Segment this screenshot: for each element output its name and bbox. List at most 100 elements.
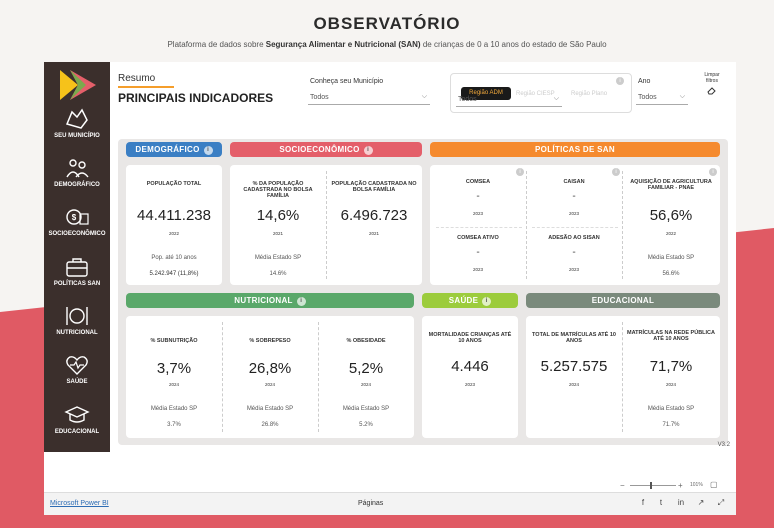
kpi-bolsa-familia-total: POPULAÇÃO CADASTRADA NO BOLSA FAMÍLIA 6.… [326, 165, 422, 285]
kpi-year: 2022 [665, 231, 676, 236]
kpi-media-value: 3.7% [167, 422, 181, 428]
facebook-icon[interactable]: f [638, 498, 648, 508]
linkedin-icon[interactable]: in [676, 498, 686, 508]
chevron-down-icon: ⌵ [421, 93, 427, 100]
section-label: POLÍTICAS DE SAN [535, 145, 615, 154]
kpi-matriculas-total: TOTAL DE MATRÍCULAS ATÉ 10 ANOS 5.257.57… [526, 316, 622, 438]
zoom-control: − + 101% ▢ [620, 480, 720, 490]
eraser-icon [707, 87, 716, 95]
kpi-label: COMSEA ATIVO [457, 235, 499, 241]
section-label: EDUCACIONAL [591, 296, 655, 305]
kpi-media-label: Média Estado SP [647, 255, 695, 261]
kpi-sub-label: Pop. até 10 anos [151, 255, 197, 261]
kpi-comsea: COMSEA - 2023 [430, 165, 526, 225]
municipio-dropdown-value: Todos [310, 94, 329, 101]
kpi-value: - [476, 191, 480, 202]
sidebar-item-politicas-san[interactable]: POLÍTICAS SAN [44, 256, 110, 287]
kpi-value: 26,8% [248, 360, 292, 377]
sidebar-item-nutricional[interactable]: NUTRICIONAL [44, 305, 110, 336]
sidebar-item-saude[interactable]: SAÚDE [44, 354, 110, 385]
info-icon[interactable]: i [482, 297, 492, 306]
card-politicas-san: COMSEA - 2023 i COMSEA ATIVO - 2023 CAIS… [430, 165, 720, 285]
tab-regiao-plano[interactable]: Região Plano [571, 91, 607, 97]
kpi-value: - [476, 247, 480, 258]
chevron-down-icon: ⌵ [553, 95, 559, 102]
briefcase-icon [66, 258, 88, 277]
subtitle-text: Plataforma de dados sobre [167, 40, 266, 49]
kpi-comsea-ativo: COMSEA ATIVO - 2023 [430, 225, 526, 285]
report-frame: SEU MUNICÍPIO DEMOGRÁFICO $ SOCIOECONÔMI… [44, 62, 736, 492]
kpi-label: POPULAÇÃO TOTAL [146, 181, 202, 187]
version-label: V3.2 [717, 442, 730, 448]
ano-dropdown[interactable]: Todos ⌵ [636, 91, 688, 105]
card-demografico: POPULAÇÃO TOTAL 44.411.238 2022 Pop. até… [126, 165, 222, 285]
kpi-value: 4.446 [451, 358, 489, 375]
kpi-media-value: 56.6% [662, 271, 680, 277]
regiao-dropdown[interactable]: Todos ⌵ [456, 93, 562, 107]
sidebar-item-label: SAÚDE [66, 379, 88, 385]
kpi-label: AQUISIÇÃO DE AGRICULTURA FAMILIAR - PNAE [630, 179, 712, 191]
fit-page-icon[interactable]: ▢ [710, 480, 718, 489]
kpi-label: % OBESIDADE [346, 338, 386, 344]
card-socioeconomico: % DA POPULAÇÃO CADASTRADA NO BOLSA FAMÍL… [230, 165, 422, 285]
page-header: OBSERVATÓRIO Plataforma de dados sobre S… [0, 14, 774, 49]
municipio-dropdown[interactable]: Todos ⌵ [308, 91, 430, 105]
powerbi-footer: Microsoft Power BI Páginas f t in ↗ ⤢ [44, 492, 736, 515]
section-label: DEMOGRÁFICO [135, 145, 200, 154]
kpi-label: TOTAL DE MATRÍCULAS ATÉ 10 ANOS [532, 332, 616, 344]
municipio-filter-label: Conheça seu Município [310, 78, 384, 85]
regiao-dropdown-value: Todos [458, 96, 477, 103]
page-title: OBSERVATÓRIO [313, 14, 461, 33]
kpi-year: 2024 [168, 382, 179, 387]
kpi-year: 2023 [568, 267, 579, 272]
kpi-media-value: 14.6% [269, 271, 287, 277]
sidebar-item-label: EDUCACIONAL [54, 429, 100, 435]
kpi-media-label: Média Estado SP [246, 406, 294, 412]
section-nutricional: NUTRICIONAL i [126, 293, 414, 308]
kpi-label: MORTALIDADE CRIANÇAS ATÉ 10 ANOS [428, 332, 512, 344]
clear-filters-label: Limpar filtros [704, 72, 720, 84]
card-educacional: TOTAL DE MATRÍCULAS ATÉ 10 ANOS 5.257.57… [526, 316, 720, 438]
sidebar-item-educacional[interactable]: EDUCACIONAL [44, 404, 110, 435]
kpi-year: 2023 [472, 211, 483, 216]
kpi-value: 71,7% [649, 358, 693, 375]
section-saude: SAÚDE i [422, 293, 518, 308]
fullscreen-icon[interactable]: ⤢ [716, 498, 726, 508]
info-icon[interactable]: i [203, 146, 213, 155]
section-label: SOCIOECONÔMICO [279, 145, 360, 154]
section-label: SAÚDE [448, 296, 479, 305]
powerbi-link[interactable]: Microsoft Power BI [50, 500, 109, 507]
twitter-icon[interactable]: t [656, 498, 666, 508]
zoom-slider[interactable] [630, 485, 676, 486]
sidebar-item-socioeconomico[interactable]: $ SOCIOECONÔMICO [44, 206, 110, 237]
zoom-in-button[interactable]: + [678, 481, 683, 490]
pages-button[interactable]: Páginas [358, 500, 383, 507]
report-title: PRINCIPAIS INDICADORES [118, 91, 274, 105]
sidebar-item-label: SOCIOECONÔMICO [48, 231, 106, 237]
clear-filters-button[interactable]: Limpar filtros [700, 72, 724, 95]
info-icon[interactable]: i [296, 297, 306, 306]
kpi-value: 44.411.238 [137, 207, 211, 224]
sidebar-item-label: SEU MUNICÍPIO [54, 133, 100, 139]
kpi-year: 2024 [360, 382, 371, 387]
page-subtitle: Plataforma de dados sobre Segurança Alim… [0, 40, 774, 49]
kpi-media-label: Média Estado SP [342, 406, 390, 412]
kpi-year: 2021 [272, 231, 283, 236]
info-icon[interactable]: i [363, 146, 373, 155]
zoom-out-button[interactable]: − [620, 481, 625, 490]
sidebar-item-demografico[interactable]: DEMOGRÁFICO [44, 157, 110, 188]
kpi-label: COMSEA [465, 179, 491, 185]
kpi-media-label: Média Estado SP [647, 406, 695, 412]
share-icon[interactable]: ↗ [696, 498, 706, 508]
kpi-year: 2023 [464, 382, 475, 387]
info-icon[interactable]: i [516, 168, 524, 176]
info-icon[interactable]: i [616, 77, 624, 85]
info-icon[interactable]: i [612, 168, 620, 176]
kpi-sobrepeso: % SOBREPESO 26,8% 2024 Média Estado SP 2… [222, 316, 318, 438]
sidebar-item-seu-municipio[interactable]: SEU MUNICÍPIO [44, 108, 110, 139]
kpi-media-value: 71.7% [662, 422, 680, 428]
kpi-media-label: Média Estado SP [150, 406, 198, 412]
info-icon[interactable]: i [709, 168, 717, 176]
zoom-slider-handle[interactable] [650, 482, 652, 489]
subtitle-text-end: de crianças de 0 a 10 anos do estado de … [420, 40, 607, 49]
